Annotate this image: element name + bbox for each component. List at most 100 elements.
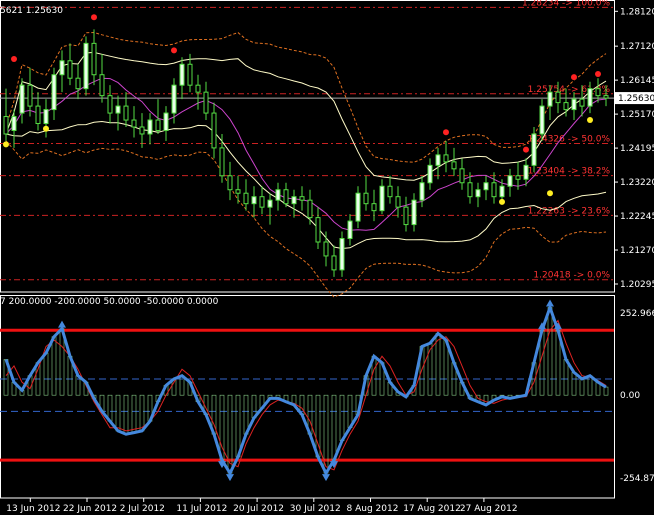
candle-body xyxy=(507,175,513,187)
candle-body xyxy=(539,105,545,135)
upper-fractal-marker xyxy=(171,47,177,54)
histogram-bar xyxy=(571,372,577,396)
candle-body xyxy=(155,119,161,131)
candle-body xyxy=(483,182,489,191)
cci-extreme-marker xyxy=(546,299,554,307)
candle-body xyxy=(3,116,9,135)
cci-extreme-marker xyxy=(226,474,234,482)
indicator-header: 7 200.0000 -200.0000 50.0000 -50.0000 0.… xyxy=(0,297,219,307)
candle-body xyxy=(403,206,409,226)
candle-body xyxy=(267,199,273,208)
candle-body xyxy=(443,154,449,163)
x-tick-label: 11 Jul 2012 xyxy=(176,504,227,514)
cci-extreme-marker xyxy=(58,320,66,328)
candle-body xyxy=(259,196,265,208)
lower-fractal-marker xyxy=(587,117,593,124)
candle-body xyxy=(475,189,481,198)
current-price-label: 1.25630 xyxy=(618,94,654,104)
histogram-bar xyxy=(563,359,569,396)
chart-area: 1.28120 1.27120 1.26145 1.25170 1.24195 1.232… xyxy=(0,0,654,514)
histogram-bar xyxy=(235,394,241,458)
x-tick-label: 30 Jul 2012 xyxy=(290,504,341,514)
candle-body xyxy=(435,154,441,166)
histogram-bar xyxy=(131,394,137,433)
candle-body xyxy=(291,196,297,205)
y-tick-label: 1.20295 xyxy=(620,280,654,290)
candle-body xyxy=(515,175,521,180)
lower-fractal-marker xyxy=(547,190,553,197)
x-tick-label: 13 Jun 2012 xyxy=(6,504,60,514)
cci-line xyxy=(4,302,607,477)
candle-body xyxy=(315,217,321,243)
x-tick-label: 20 Jul 2012 xyxy=(233,504,284,514)
candle-body xyxy=(179,63,185,86)
candle-body xyxy=(67,60,73,79)
candle-body xyxy=(187,63,193,86)
indicator-y-label: 0.00 xyxy=(620,391,640,401)
upper-fractal-marker xyxy=(91,14,97,21)
candle-body xyxy=(27,84,33,107)
candle-body xyxy=(555,91,561,104)
candle-body xyxy=(387,185,393,198)
lower-fractal-marker xyxy=(499,198,505,205)
x-tick-label: 8 Aug 2012 xyxy=(347,504,399,514)
candle-body xyxy=(107,95,113,114)
candle-body xyxy=(531,133,537,166)
candle-body xyxy=(195,84,201,93)
candle-body xyxy=(419,182,425,201)
candle-body xyxy=(11,116,17,131)
histogram-bar xyxy=(603,386,609,396)
candle-body xyxy=(467,182,473,198)
candle-body xyxy=(91,42,97,76)
candle-body xyxy=(75,77,81,90)
candle-body xyxy=(355,192,361,222)
candle-body xyxy=(43,109,49,125)
candle-body xyxy=(491,182,497,198)
candle-body xyxy=(139,126,145,135)
candle-body xyxy=(19,84,25,114)
cci-extreme-marker xyxy=(322,474,330,482)
candle-body xyxy=(331,255,337,271)
y-tick-label: 1.26145 xyxy=(620,76,654,86)
candle-body xyxy=(123,105,129,121)
y-tick-label: 1.28120 xyxy=(620,7,654,17)
histogram-bar xyxy=(339,394,345,441)
candle-body xyxy=(163,112,169,131)
indicator-y-label: 252.9663 xyxy=(620,309,654,319)
lower-fractal-marker xyxy=(3,141,9,148)
y-tick-label: 1.24195 xyxy=(620,144,654,154)
candle-body xyxy=(131,119,137,128)
x-tick-label: 17 Aug 2012 xyxy=(403,504,461,514)
candle-body xyxy=(283,189,289,205)
candle-body xyxy=(235,189,241,194)
candle-body xyxy=(363,192,369,205)
upper-fractal-marker xyxy=(571,74,577,81)
indicator-y-label: -254.8770 xyxy=(620,474,654,484)
candle-body xyxy=(307,199,313,219)
upper-fractal-marker xyxy=(11,56,17,63)
candle-body xyxy=(243,192,249,205)
candle-body xyxy=(99,74,105,97)
candle-body xyxy=(251,196,257,205)
y-tick-label: 1.21270 xyxy=(620,246,654,256)
upper-fractal-marker xyxy=(523,146,529,153)
histogram-bar xyxy=(51,336,57,396)
y-tick-label: 1.23220 xyxy=(620,178,654,188)
candle-body xyxy=(275,189,281,201)
candle-body xyxy=(395,196,401,208)
candle-body xyxy=(171,84,177,114)
candle-body xyxy=(347,220,353,240)
candle-body xyxy=(603,95,609,99)
lower-fractal-marker xyxy=(43,125,49,132)
envelope-lower-line xyxy=(5,140,607,298)
histogram-bar xyxy=(123,394,129,435)
candle-body xyxy=(299,196,305,201)
upper-fractal-marker xyxy=(443,129,449,136)
candle-body xyxy=(323,241,329,257)
y-tick-label: 1.27120 xyxy=(620,42,654,52)
candle-body xyxy=(83,42,89,90)
candle-body xyxy=(451,161,457,170)
candle-body xyxy=(339,238,345,271)
x-tick-label: 22 Jun 2012 xyxy=(63,504,117,514)
main-chart-header: 5621 1.25630 xyxy=(0,6,63,16)
